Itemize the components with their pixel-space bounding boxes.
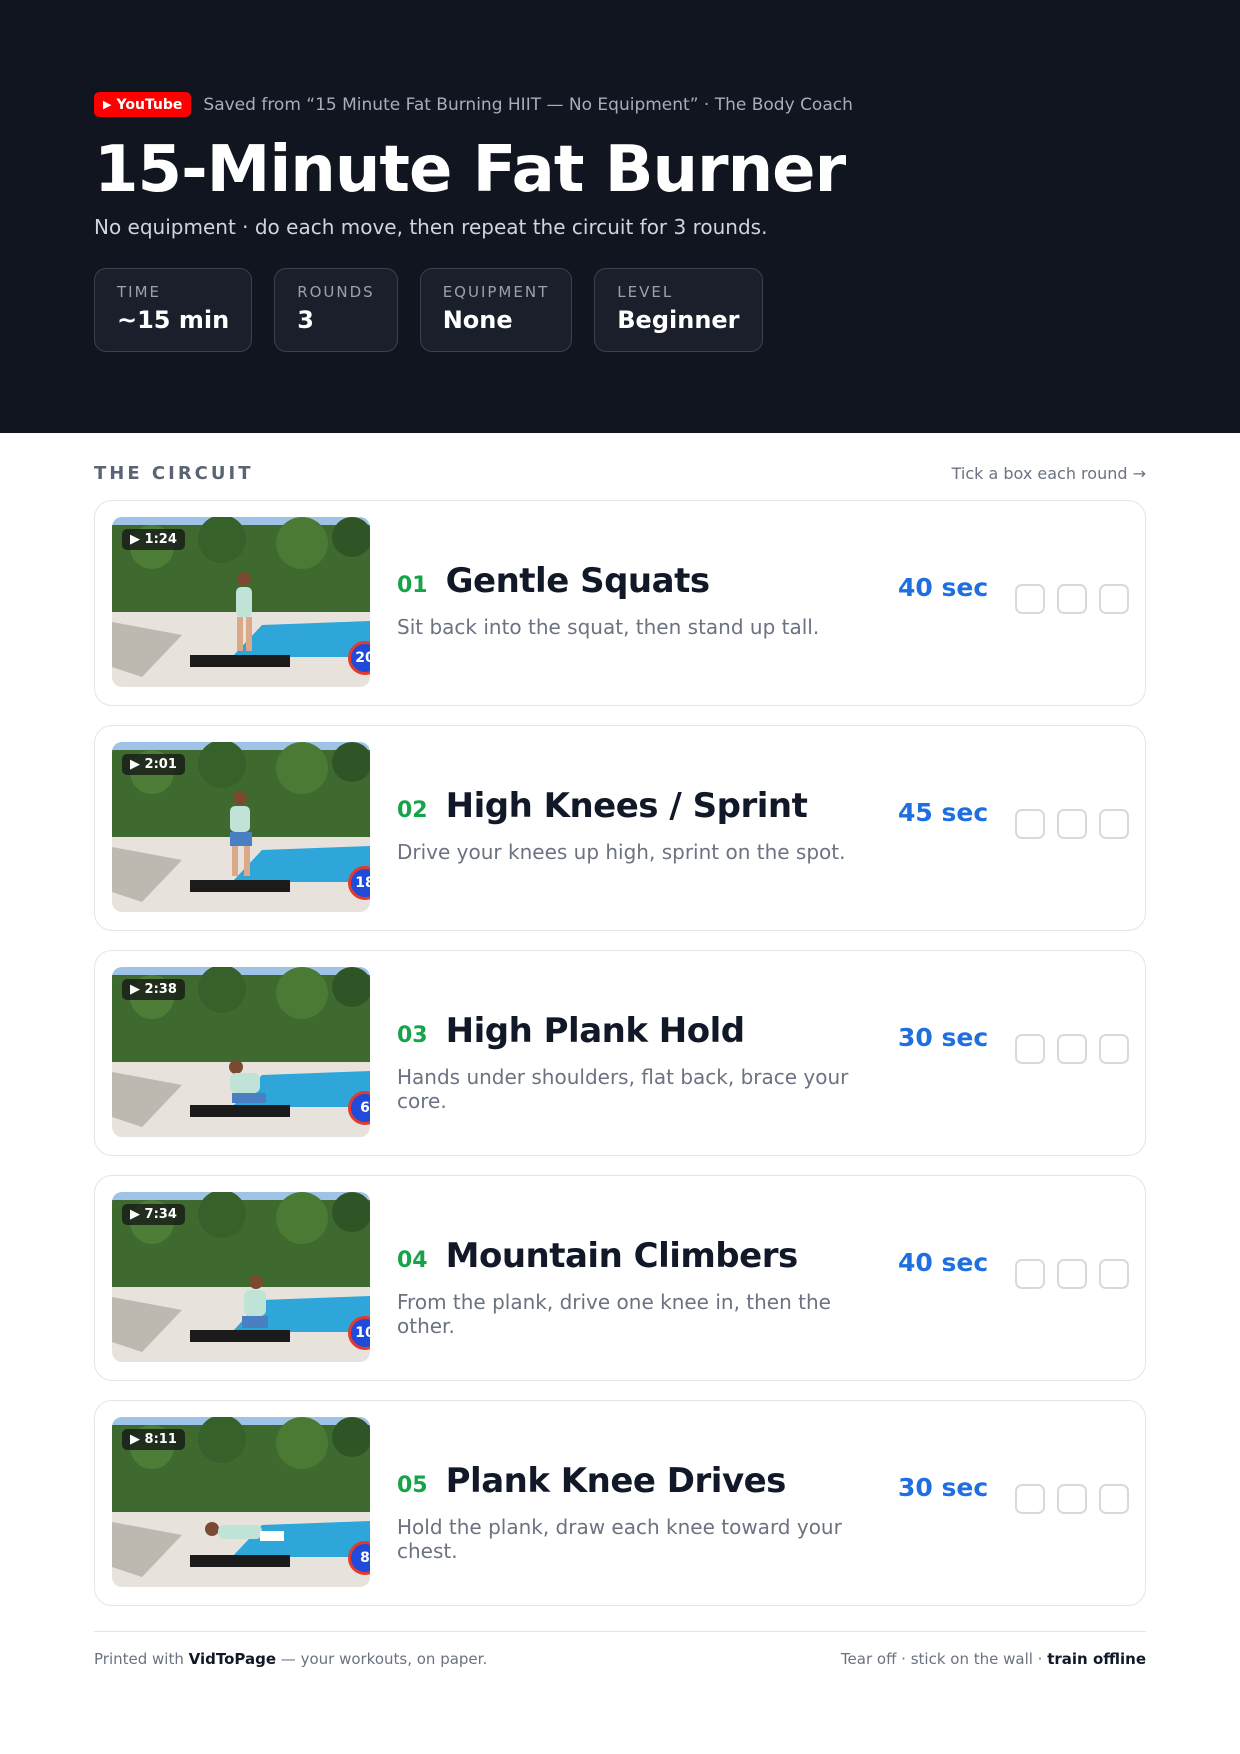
exercise-list: ▶ 1:24 20 01 Gentle Squats Sit back into… <box>0 500 1240 1606</box>
exercise-duration: 45 sec <box>898 798 989 827</box>
exercise-info: 03 High Plank Hold Hands under shoulders… <box>397 1011 877 1113</box>
stat-label: LEVEL <box>617 283 674 301</box>
footer-right: Tear off · stick on the wall · train off… <box>841 1650 1146 1668</box>
stat-level: LEVEL Beginner <box>594 268 763 352</box>
round-checkbox[interactable] <box>1015 809 1045 839</box>
page-subtitle: No equipment · do each move, then repeat… <box>94 215 768 239</box>
stat-value: 3 <box>297 306 314 334</box>
round-checkbox[interactable] <box>1015 584 1045 614</box>
footer-right-bold: train offline <box>1047 1650 1146 1668</box>
circuit-hint: Tick a box each round → <box>951 463 1146 483</box>
page-footer: Printed with VidToPage — your workouts, … <box>94 1631 1146 1668</box>
stat-value: None <box>442 306 513 334</box>
exercise-thumbnail[interactable]: ▶ 2:38 6 <box>112 967 370 1137</box>
exercise-duration: 40 sec <box>898 1248 989 1277</box>
exercise-info: 04 Mountain Climbers From the plank, dri… <box>397 1236 877 1338</box>
exercise-name: Plank Knee Drives <box>445 1461 787 1501</box>
exercise-description: Drive your knees up high, sprint on the … <box>397 840 846 864</box>
round-checkbox[interactable] <box>1099 1034 1129 1064</box>
youtube-badge-label: YouTube <box>116 96 183 113</box>
round-checkboxes <box>1015 584 1129 614</box>
round-checkboxes <box>1015 1259 1129 1289</box>
exercise-number: 04 <box>397 1248 428 1273</box>
circuit-header: THE CIRCUIT Tick a box each round → <box>0 460 1240 486</box>
exercise-name-row: 01 Gentle Squats <box>397 561 877 601</box>
exercise-number: 02 <box>397 798 428 823</box>
exercise-description: Sit back into the squat, then stand up t… <box>397 615 820 639</box>
exercise-info: 02 High Knees / Sprint Drive your knees … <box>397 786 877 864</box>
exercise-thumbnail[interactable]: ▶ 1:24 20 <box>112 517 370 687</box>
hero-header: ▶ YouTube Saved from “15 Minute Fat Burn… <box>0 0 1240 433</box>
stat-time: TIME ~15 min <box>94 268 253 352</box>
exercise-duration: 30 sec <box>898 1023 989 1052</box>
exercise-thumbnail[interactable]: ▶ 7:34 10 <box>112 1192 370 1362</box>
footer-right-prefix: Tear off · stick on the wall · <box>840 1650 1048 1668</box>
video-timestamp[interactable]: ▶ 8:11 <box>122 1429 185 1450</box>
exercise-duration: 30 sec <box>898 1473 989 1502</box>
footer-left-prefix: Printed with <box>94 1650 189 1668</box>
video-timestamp[interactable]: ▶ 1:24 <box>122 529 185 550</box>
round-checkbox[interactable] <box>1015 1484 1045 1514</box>
youtube-badge[interactable]: ▶ YouTube <box>94 92 192 117</box>
exercise-thumbnail[interactable]: ▶ 2:01 18 <box>112 742 370 912</box>
round-checkboxes <box>1015 809 1129 839</box>
stat-label: EQUIPMENT <box>442 283 550 301</box>
stats-row: TIME ~15 min ROUNDS 3 EQUIPMENT None LEV… <box>94 268 1146 352</box>
exercise-card: ▶ 8:11 8 05 Plank Knee Drives Hold the p… <box>94 1400 1146 1606</box>
round-checkbox[interactable] <box>1099 584 1129 614</box>
circuit-title: THE CIRCUIT <box>94 462 254 484</box>
round-checkbox[interactable] <box>1099 809 1129 839</box>
exercise-name-row: 04 Mountain Climbers <box>397 1236 877 1276</box>
video-timestamp[interactable]: ▶ 2:01 <box>122 754 185 775</box>
stat-label: ROUNDS <box>297 283 375 301</box>
exercise-number: 01 <box>397 573 428 598</box>
stat-value: Beginner <box>617 306 740 334</box>
round-checkbox[interactable] <box>1057 1484 1087 1514</box>
exercise-name-row: 02 High Knees / Sprint <box>397 786 877 826</box>
round-checkbox[interactable] <box>1015 1259 1045 1289</box>
round-checkbox[interactable] <box>1057 1259 1087 1289</box>
exercise-info: 05 Plank Knee Drives Hold the plank, dra… <box>397 1461 877 1563</box>
exercise-number: 05 <box>397 1473 428 1498</box>
video-timestamp[interactable]: ▶ 2:38 <box>122 979 185 1000</box>
exercise-card: ▶ 1:24 20 01 Gentle Squats Sit back into… <box>94 500 1146 706</box>
video-timestamp[interactable]: ▶ 7:34 <box>122 1204 185 1225</box>
exercise-description: Hold the plank, draw each knee toward yo… <box>397 1515 842 1563</box>
stat-label: TIME <box>117 283 162 301</box>
exercise-name: High Plank Hold <box>445 1011 745 1051</box>
round-checkbox[interactable] <box>1057 1034 1087 1064</box>
exercise-name: High Knees / Sprint <box>445 786 808 826</box>
page-title: 15-Minute Fat Burner <box>94 133 846 207</box>
round-checkboxes <box>1015 1034 1129 1064</box>
exercise-card: ▶ 2:01 18 02 High Knees / Sprint Drive y… <box>94 725 1146 931</box>
exercise-number: 03 <box>397 1023 428 1048</box>
round-checkbox[interactable] <box>1057 584 1087 614</box>
exercise-description: Hands under shoulders, flat back, brace … <box>397 1065 849 1113</box>
footer-left: Printed with VidToPage — your workouts, … <box>94 1650 487 1668</box>
exercise-name: Gentle Squats <box>445 561 710 601</box>
exercise-name: Mountain Climbers <box>445 1236 799 1276</box>
stat-value: ~15 min <box>117 306 230 334</box>
exercise-description: From the plank, drive one knee in, then … <box>397 1290 831 1338</box>
exercise-card: ▶ 7:34 10 04 Mountain Climbers From the … <box>94 1175 1146 1381</box>
exercise-card: ▶ 2:38 6 03 High Plank Hold Hands under … <box>94 950 1146 1156</box>
stat-rounds: ROUNDS 3 <box>274 268 398 352</box>
round-checkbox[interactable] <box>1015 1034 1045 1064</box>
footer-left-suffix: — your workouts, on paper. <box>276 1650 488 1668</box>
footer-brand: VidToPage <box>188 1650 277 1668</box>
round-checkbox[interactable] <box>1057 809 1087 839</box>
round-checkboxes <box>1015 1484 1129 1514</box>
stat-equipment: EQUIPMENT None <box>419 268 573 352</box>
exercise-thumbnail[interactable]: ▶ 8:11 8 <box>112 1417 370 1587</box>
exercise-name-row: 03 High Plank Hold <box>397 1011 877 1051</box>
play-icon: ▶ <box>103 98 112 111</box>
round-checkbox[interactable] <box>1099 1259 1129 1289</box>
exercise-info: 01 Gentle Squats Sit back into the squat… <box>397 561 877 639</box>
exercise-duration: 40 sec <box>898 573 989 602</box>
round-checkbox[interactable] <box>1099 1484 1129 1514</box>
exercise-name-row: 05 Plank Knee Drives <box>397 1461 877 1501</box>
source-text: Saved from “15 Minute Fat Burning HIIT —… <box>203 94 853 115</box>
source-row: ▶ YouTube Saved from “15 Minute Fat Burn… <box>94 92 1146 117</box>
